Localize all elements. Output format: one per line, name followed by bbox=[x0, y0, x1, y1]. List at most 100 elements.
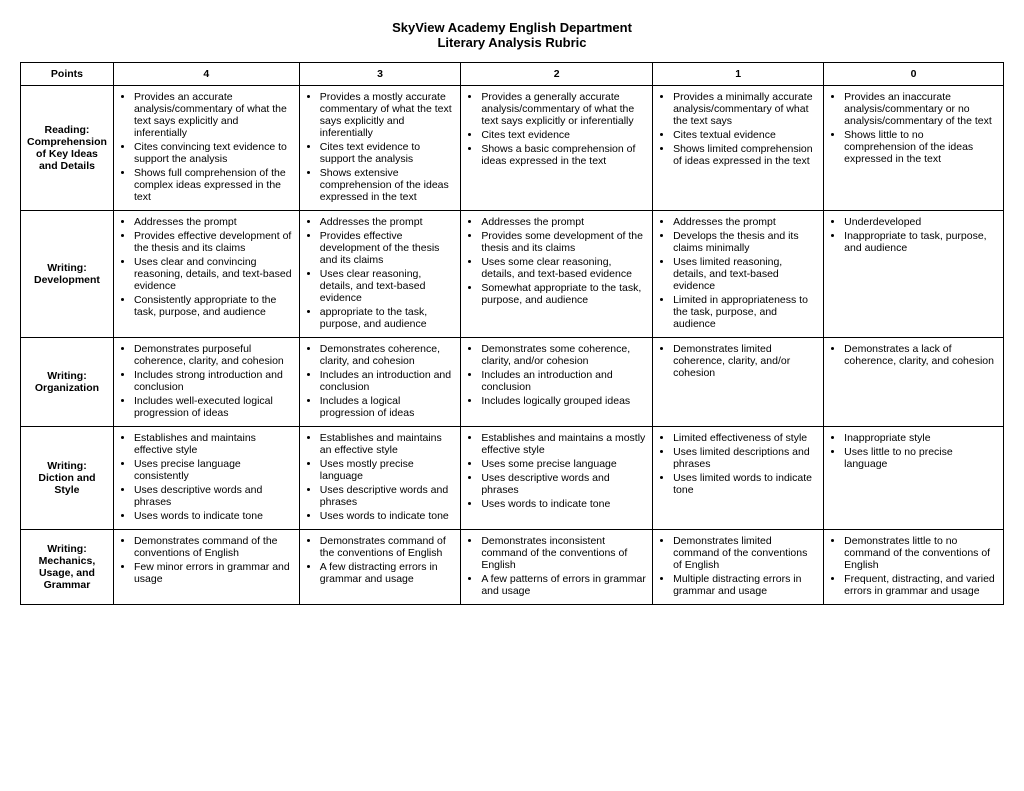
table-row: Reading: Comprehension of Key Ideas and … bbox=[21, 86, 1004, 211]
list-item: Uses limited words to indicate tone bbox=[673, 472, 817, 496]
main-title: SkyView Academy English Department bbox=[20, 20, 1004, 35]
list-item: Uses words to indicate tone bbox=[134, 510, 293, 522]
list-item: Uses some clear reasoning, details, and … bbox=[481, 256, 646, 280]
cell-row2-score4: Demonstrates purposeful coherence, clari… bbox=[113, 338, 299, 427]
sub-title: Literary Analysis Rubric bbox=[20, 35, 1004, 50]
list-item: Develops the thesis and its claims minim… bbox=[673, 230, 817, 254]
list-item: Uses words to indicate tone bbox=[481, 498, 646, 510]
table-row: Writing: Diction and Style Establishes an… bbox=[21, 427, 1004, 530]
list-item: Demonstrates inconsistent command of the… bbox=[481, 535, 646, 571]
col-3: 3 bbox=[299, 63, 461, 86]
cell-row3-score2: Establishes and maintains a mostly effec… bbox=[461, 427, 653, 530]
list-item: Shows extensive comprehension of the ide… bbox=[320, 167, 455, 203]
cell-row4-score4: Demonstrates command of the conventions … bbox=[113, 530, 299, 605]
list-item: Includes well-executed logical progressi… bbox=[134, 395, 293, 419]
cell-row4-score3: Demonstrates command of the conventions … bbox=[299, 530, 461, 605]
list-item: A few distracting errors in grammar and … bbox=[320, 561, 455, 585]
list-item: Multiple distracting errors in grammar a… bbox=[673, 573, 817, 597]
header-row: Points 4 3 2 1 0 bbox=[21, 63, 1004, 86]
table-row: Writing: OrganizationDemonstrates purpos… bbox=[21, 338, 1004, 427]
list-item: Demonstrates little to no command of the… bbox=[844, 535, 997, 571]
list-item: Shows limited comprehension of ideas exp… bbox=[673, 143, 817, 167]
list-item: Cites textual evidence bbox=[673, 129, 817, 141]
cell-row3-score4: Establishes and maintains effective styl… bbox=[113, 427, 299, 530]
cell-row4-score1: Demonstrates limited command of the conv… bbox=[653, 530, 824, 605]
cell-row2-score2: Demonstrates some coherence, clarity, an… bbox=[461, 338, 653, 427]
list-item: Cites text evidence bbox=[481, 129, 646, 141]
list-item: Includes strong introduction and conclus… bbox=[134, 369, 293, 393]
cell-row2-score0: Demonstrates a lack of coherence, clarit… bbox=[824, 338, 1004, 427]
cell-row0-score1: Provides a minimally accurate analysis/c… bbox=[653, 86, 824, 211]
col-points: Points bbox=[21, 63, 114, 86]
list-item: Somewhat appropriate to the task, purpos… bbox=[481, 282, 646, 306]
list-item: Establishes and maintains a mostly effec… bbox=[481, 432, 646, 456]
row-header-2: Writing: Organization bbox=[21, 338, 114, 427]
cell-row4-score0: Demonstrates little to no command of the… bbox=[824, 530, 1004, 605]
cell-row0-score3: Provides a mostly accurate commentary of… bbox=[299, 86, 461, 211]
list-item: Demonstrates limited coherence, clarity,… bbox=[673, 343, 817, 379]
list-item: Demonstrates command of the conventions … bbox=[134, 535, 293, 559]
row-header-0: Reading: Comprehension of Key Ideas and … bbox=[21, 86, 114, 211]
list-item: Uses mostly precise language bbox=[320, 458, 455, 482]
list-item: Frequent, distracting, and varied errors… bbox=[844, 573, 997, 597]
row-header-3: Writing: Diction and Style bbox=[21, 427, 114, 530]
list-item: Includes an introduction and conclusion bbox=[481, 369, 646, 393]
list-item: Consistently appropriate to the task, pu… bbox=[134, 294, 293, 318]
table-row: Writing: DevelopmentAddresses the prompt… bbox=[21, 211, 1004, 338]
list-item: Addresses the prompt bbox=[134, 216, 293, 228]
cell-row3-score1: Limited effectiveness of styleUses limit… bbox=[653, 427, 824, 530]
table-row: Writing: Mechanics, Usage, and Grammar De… bbox=[21, 530, 1004, 605]
list-item: Demonstrates command of the conventions … bbox=[320, 535, 455, 559]
list-item: Provides a generally accurate analysis/c… bbox=[481, 91, 646, 127]
list-item: Shows a basic comprehension of ideas exp… bbox=[481, 143, 646, 167]
list-item: A few patterns of errors in grammar and … bbox=[481, 573, 646, 597]
list-item: Uses precise language consistently bbox=[134, 458, 293, 482]
list-item: Provides an accurate analysis/commentary… bbox=[134, 91, 293, 139]
list-item: Uses descriptive words and phrases bbox=[481, 472, 646, 496]
list-item: appropriate to the task, purpose, and au… bbox=[320, 306, 455, 330]
cell-row2-score3: Demonstrates coherence, clarity, and coh… bbox=[299, 338, 461, 427]
page-title: SkyView Academy English Department Liter… bbox=[20, 20, 1004, 50]
cell-row0-score0: Provides an inaccurate analysis/commenta… bbox=[824, 86, 1004, 211]
col-2: 2 bbox=[461, 63, 653, 86]
list-item: Includes an introduction and conclusion bbox=[320, 369, 455, 393]
list-item: Uses words to indicate tone bbox=[320, 510, 455, 522]
list-item: Provides a minimally accurate analysis/c… bbox=[673, 91, 817, 127]
row-header-4: Writing: Mechanics, Usage, and Grammar bbox=[21, 530, 114, 605]
list-item: Provides an inaccurate analysis/commenta… bbox=[844, 91, 997, 127]
list-item: Shows little to no comprehension of the … bbox=[844, 129, 997, 165]
cell-row4-score2: Demonstrates inconsistent command of the… bbox=[461, 530, 653, 605]
cell-row1-score4: Addresses the prompt Provides effective d… bbox=[113, 211, 299, 338]
list-item: Limited in appropriateness to the task, … bbox=[673, 294, 817, 330]
col-1: 1 bbox=[653, 63, 824, 86]
list-item: Uses limited descriptions and phrases bbox=[673, 446, 817, 470]
list-item: Provides effective development of the th… bbox=[134, 230, 293, 254]
list-item: Establishes and maintains effective styl… bbox=[134, 432, 293, 456]
list-item: Uses descriptive words and phrases bbox=[320, 484, 455, 508]
list-item: Provides a mostly accurate commentary of… bbox=[320, 91, 455, 139]
list-item: Uses limited reasoning, details, and tex… bbox=[673, 256, 817, 292]
list-item: Establishes and maintains an effective s… bbox=[320, 432, 455, 456]
cell-row1-score2: Addresses the promptProvides some develo… bbox=[461, 211, 653, 338]
list-item: Cites text evidence to support the analy… bbox=[320, 141, 455, 165]
list-item: Addresses the prompt bbox=[673, 216, 817, 228]
cell-row3-score0: Inappropriate styleUses little to no pre… bbox=[824, 427, 1004, 530]
rubric-table: Points 4 3 2 1 0 Reading: Comprehension … bbox=[20, 62, 1004, 605]
list-item: Demonstrates limited command of the conv… bbox=[673, 535, 817, 571]
list-item: Uses clear and convincing reasoning, det… bbox=[134, 256, 293, 292]
list-item: Includes logically grouped ideas bbox=[481, 395, 646, 407]
row-header-1: Writing: Development bbox=[21, 211, 114, 338]
cell-row1-score1: Addresses the prompt Develops the thesis … bbox=[653, 211, 824, 338]
list-item: Uses descriptive words and phrases bbox=[134, 484, 293, 508]
list-item: Cites convincing text evidence to suppor… bbox=[134, 141, 293, 165]
list-item: Demonstrates coherence, clarity, and coh… bbox=[320, 343, 455, 367]
list-item: Underdeveloped bbox=[844, 216, 997, 228]
list-item: Shows full comprehension of the complex … bbox=[134, 167, 293, 203]
list-item: Demonstrates some coherence, clarity, an… bbox=[481, 343, 646, 367]
col-4: 4 bbox=[113, 63, 299, 86]
cell-row3-score3: Establishes and maintains an effective s… bbox=[299, 427, 461, 530]
list-item: Provides some development of the thesis … bbox=[481, 230, 646, 254]
list-item: Inappropriate to task, purpose, and audi… bbox=[844, 230, 997, 254]
list-item: Provides effective development of the th… bbox=[320, 230, 455, 266]
cell-row1-score0: Underdeveloped Inappropriate to task, pur… bbox=[824, 211, 1004, 338]
